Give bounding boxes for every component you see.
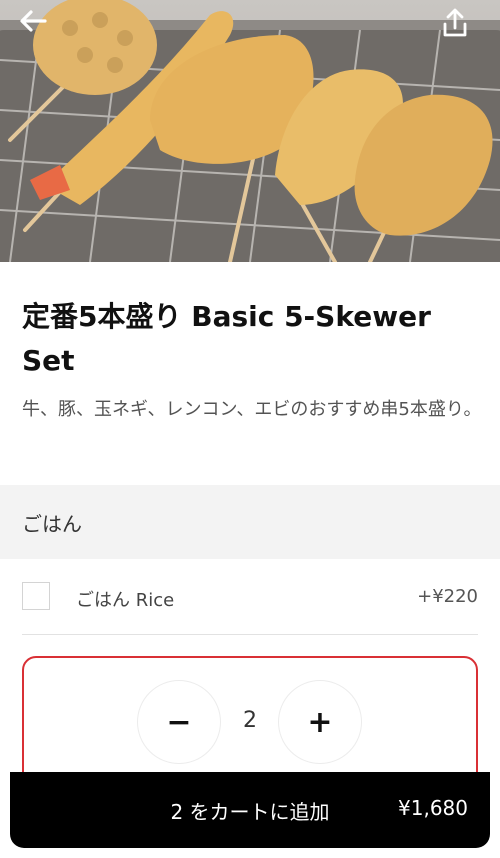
item-title: 定番5本盛り Basic 5-Skewer Set [22, 300, 431, 377]
arrow-left-icon [20, 10, 47, 32]
food-photo [0, 0, 500, 262]
share-button[interactable] [442, 8, 482, 40]
section-title: ごはん [22, 512, 82, 536]
decrease-quantity-button[interactable]: − [137, 680, 221, 764]
minus-icon: − [166, 704, 192, 740]
option-label: ごはん Rice [76, 590, 175, 611]
back-button[interactable] [18, 8, 58, 40]
option-row-rice[interactable]: ごはん Rice +¥220 [22, 560, 478, 635]
cart-total-price: ¥1,680 [398, 796, 468, 820]
share-icon [443, 8, 467, 37]
add-to-cart-button[interactable]: 2 をカートに追加 ¥1,680 [10, 772, 490, 848]
hero-image [0, 0, 500, 262]
quantity-value: 2 [243, 708, 257, 733]
section-header-rice: ごはん [0, 485, 500, 559]
plus-icon: + [307, 704, 333, 740]
increase-quantity-button[interactable]: + [278, 680, 362, 764]
item-description: 牛、豚、玉ネギ、レンコン、エビのおすすめ串5本盛り。 [22, 399, 482, 420]
option-price: +¥220 [417, 586, 478, 607]
rice-checkbox[interactable] [22, 582, 50, 610]
